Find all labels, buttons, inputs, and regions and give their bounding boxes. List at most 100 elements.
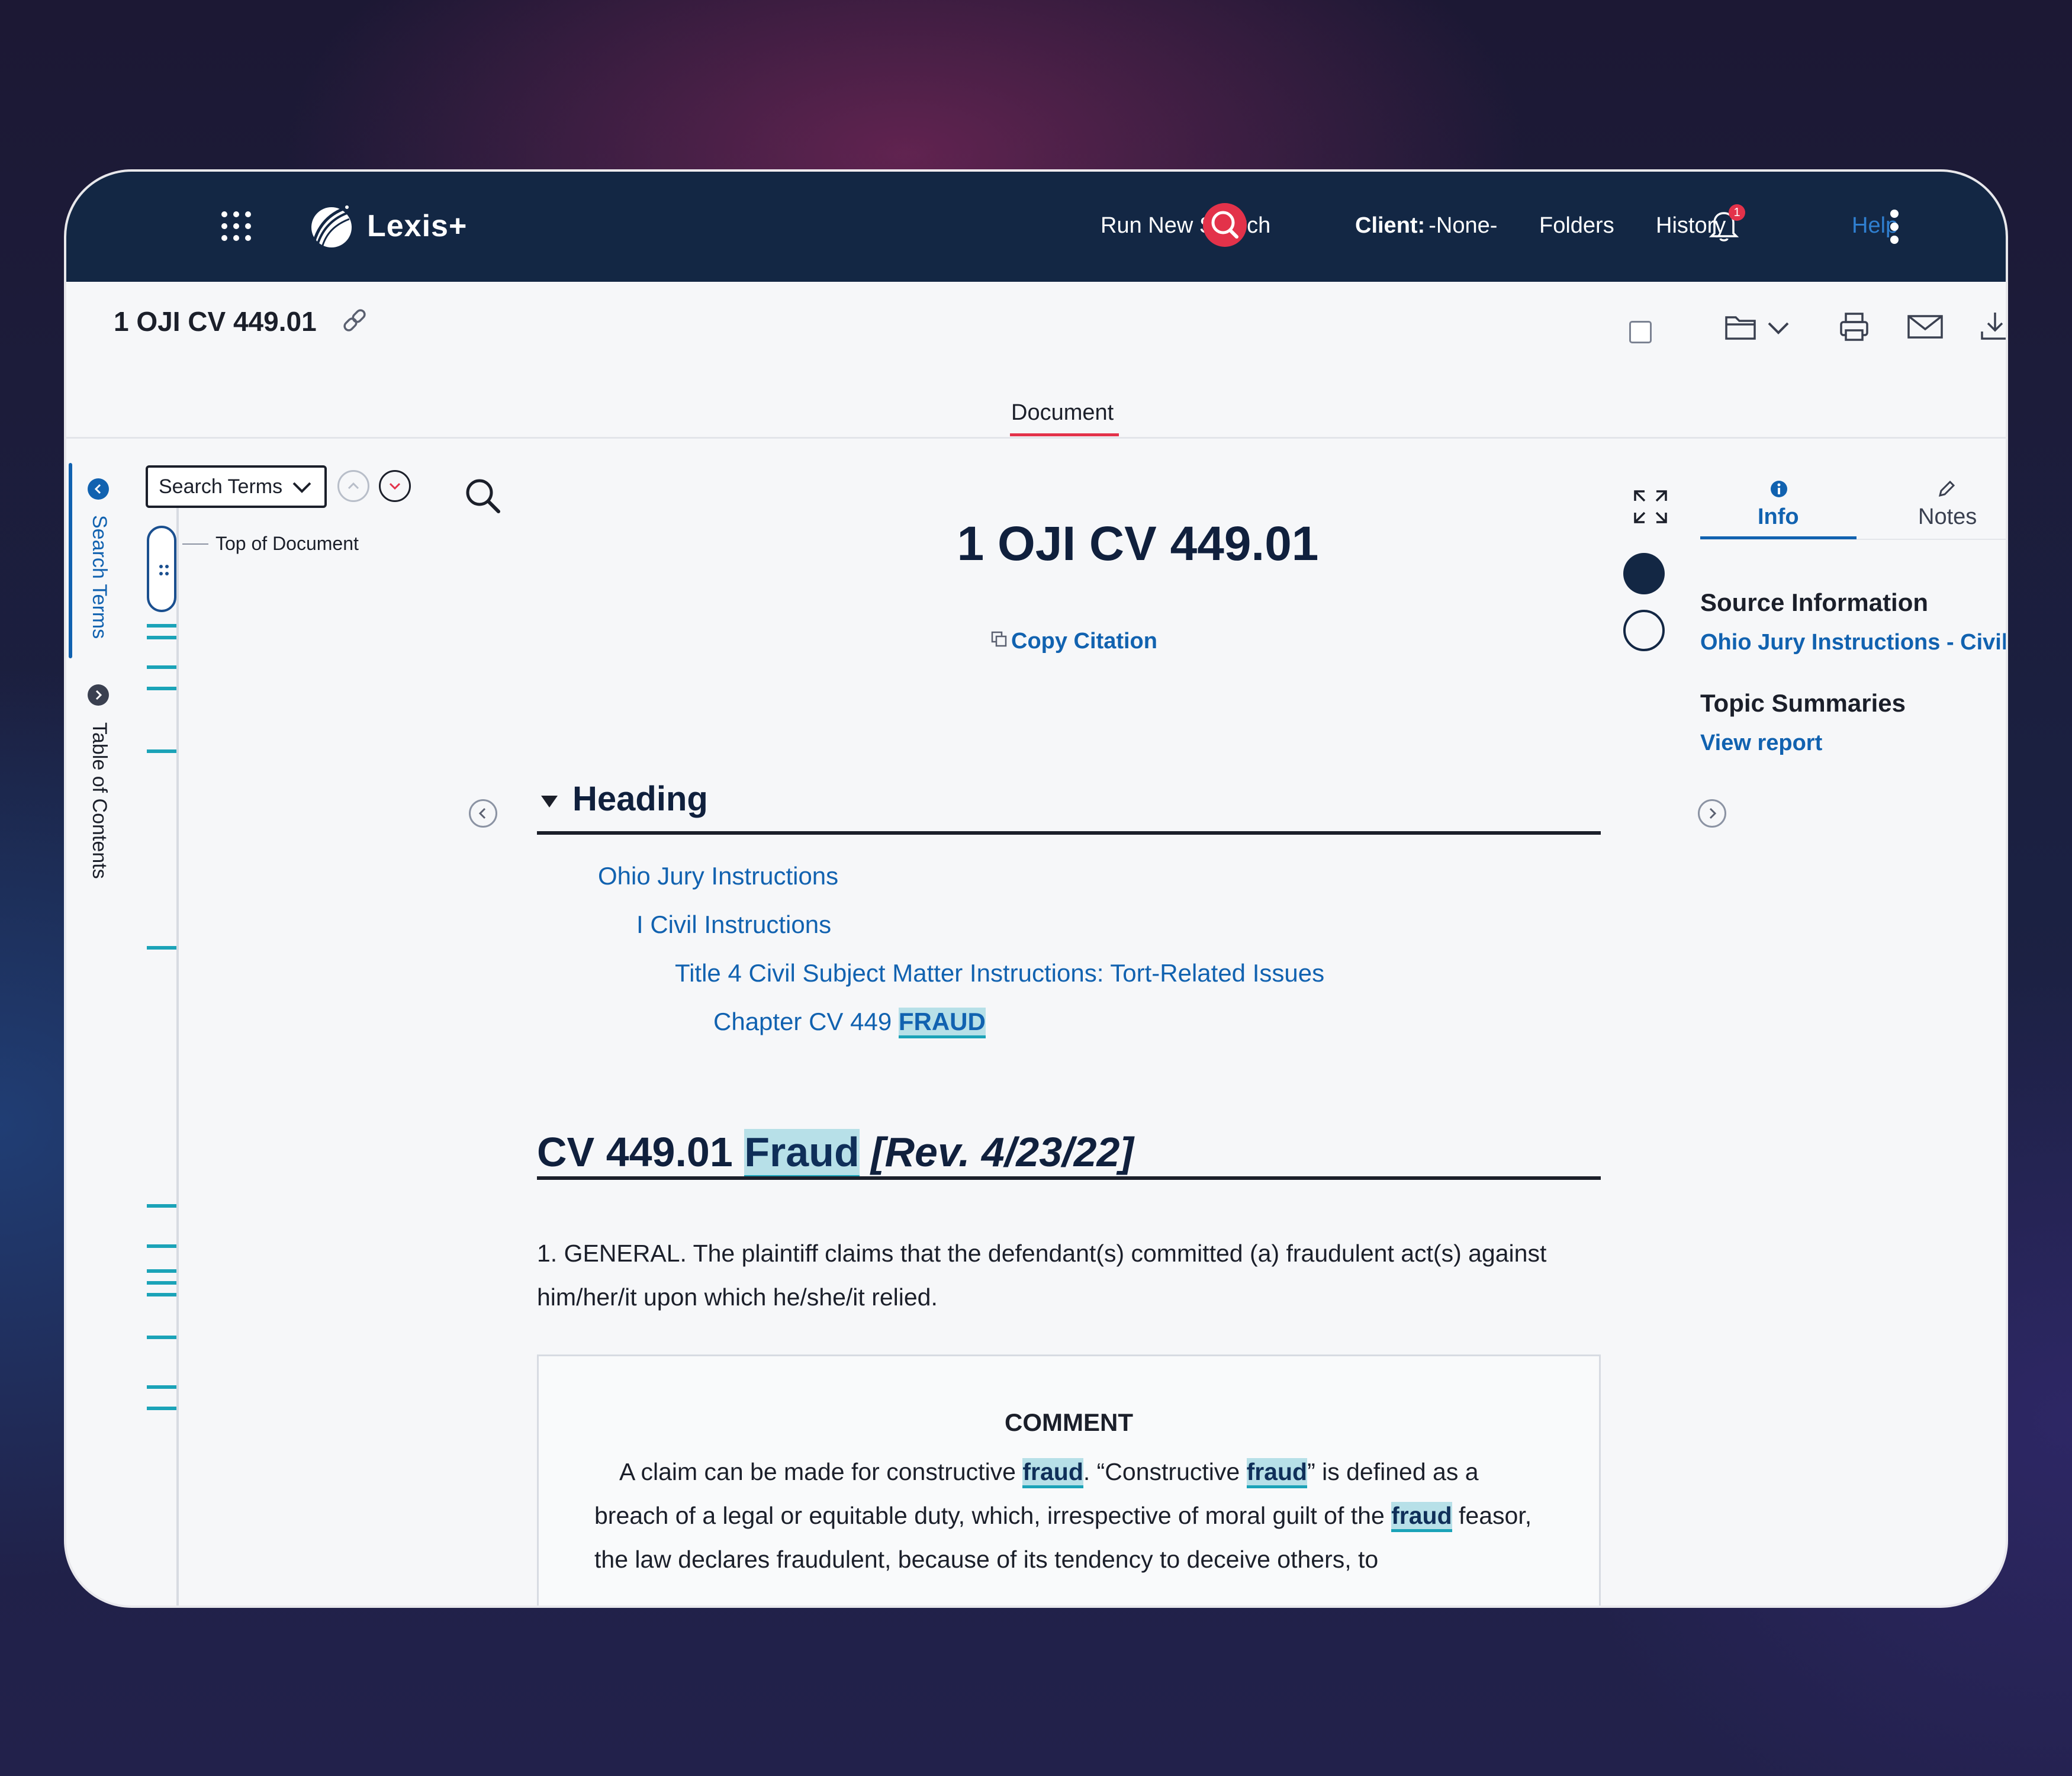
topic-summaries-heading: Topic Summaries — [1700, 689, 1906, 717]
info-icon — [1771, 481, 1787, 497]
search-terms-dropdown-label: Search Terms — [159, 475, 283, 498]
tab-table-of-contents[interactable]: Table of Contents — [88, 722, 111, 879]
expand-icon[interactable] — [1629, 485, 1672, 528]
section-heading-prefix: CV 449.01 — [537, 1129, 745, 1175]
search-term-highlight: FRAUD — [898, 1008, 986, 1038]
hit-marker[interactable] — [147, 749, 176, 753]
top-navigation-bar: Lexis+ Run New Search Client: -None- Fold… — [66, 172, 2006, 282]
hit-marker[interactable] — [147, 665, 176, 669]
email-icon[interactable] — [1906, 310, 1944, 343]
search-in-document-icon[interactable] — [462, 475, 506, 519]
app-logo-text[interactable]: Lexis+ — [367, 208, 467, 244]
hit-marker[interactable] — [147, 946, 176, 950]
search-term-highlight: fraud — [1391, 1502, 1452, 1532]
hit-marker[interactable] — [147, 1281, 176, 1285]
run-search-button[interactable] — [1203, 203, 1247, 247]
chevron-down-icon — [292, 482, 311, 493]
client-label: Client: — [1355, 213, 1426, 238]
hit-marker[interactable] — [147, 1407, 176, 1410]
tab-info[interactable]: Info — [1758, 504, 1799, 530]
client-selector[interactable]: Client: -None- — [1355, 214, 1497, 237]
chevron-right-icon — [1709, 807, 1717, 819]
search-icon — [1211, 211, 1238, 239]
tab-search-terms[interactable]: Search Terms — [88, 515, 111, 639]
section-heading-revision: [Rev. 4/23/22] — [859, 1129, 1134, 1175]
comment-title: COMMENT — [1005, 1408, 1133, 1436]
link-icon[interactable] — [340, 305, 369, 335]
folder-icon — [1725, 316, 1756, 340]
hit-marker[interactable] — [147, 1269, 176, 1273]
search-terms-dropdown[interactable]: Search Terms — [146, 465, 327, 508]
copy-icon — [991, 631, 1007, 647]
paragraph-general: 1. GENERAL. The plaintiff claims that th… — [537, 1240, 1547, 1311]
breadcrumb-level-4-prefix: Chapter CV 449 — [713, 1008, 899, 1035]
comment-text-part: A claim can be made for constructive — [619, 1458, 1023, 1485]
placeholder — [1628, 491, 1629, 492]
comment-text: A claim can be made for constructive fra… — [594, 1450, 1553, 1581]
download-icon[interactable] — [1977, 308, 2006, 343]
copy-citation-link[interactable]: Copy Citation — [1011, 629, 1157, 654]
source-information-heading: Source Information — [1700, 588, 1929, 616]
search-term-highlight: Fraud — [744, 1129, 860, 1178]
tab-notes[interactable]: Notes — [1918, 504, 1977, 530]
toc-expand-button[interactable] — [88, 684, 109, 706]
chevron-right-icon — [95, 690, 102, 700]
comment-text-part: . “Constructive — [1083, 1458, 1247, 1485]
view-mode-dot[interactable] — [1623, 610, 1665, 651]
hit-marker[interactable] — [147, 1385, 176, 1389]
hit-marker[interactable] — [147, 1204, 176, 1208]
previous-term-button[interactable] — [337, 470, 369, 502]
folders-link[interactable]: Folders — [1539, 214, 1614, 237]
hit-marker[interactable] — [147, 1336, 176, 1339]
hit-marker[interactable] — [147, 687, 176, 690]
lexis-logo-icon — [311, 205, 352, 248]
tab-document-indicator — [1010, 433, 1119, 436]
collapse-panel-button[interactable] — [88, 478, 109, 500]
breadcrumb-level-3[interactable]: Title 4 Civil Subject Matter Instruction… — [675, 959, 1324, 987]
breadcrumb-level-1[interactable]: Ohio Jury Instructions — [598, 862, 838, 890]
hit-map-track — [176, 480, 179, 1606]
breadcrumb-level-4[interactable]: Chapter CV 449 FRAUD — [713, 1008, 986, 1038]
pencil-icon — [1938, 480, 1955, 497]
top-of-document-label: Top of Document — [215, 533, 359, 554]
chevron-down-icon — [389, 482, 401, 490]
hit-map-scroll-handle[interactable] — [147, 526, 176, 612]
view-report-link[interactable]: View report — [1700, 731, 1822, 756]
source-information-link[interactable]: Ohio Jury Instructions - Civil — [1700, 630, 2006, 655]
heading-section-title[interactable]: Heading — [572, 779, 708, 819]
notification-badge: 1 — [1729, 204, 1745, 221]
chevron-left-icon — [94, 484, 101, 494]
next-term-button[interactable] — [379, 470, 411, 502]
document-id: 1 OJI CV 449.01 — [114, 306, 317, 337]
section-heading: CV 449.01 Fraud [Rev. 4/23/22] — [537, 1128, 1134, 1178]
search-term-highlight: fraud — [1022, 1458, 1083, 1488]
select-document-checkbox[interactable] — [1629, 321, 1652, 343]
hit-marker[interactable] — [147, 624, 176, 628]
chevron-left-icon — [478, 807, 486, 819]
heading-rule — [537, 831, 1601, 835]
app-window: Lexis+ Run New Search Client: -None- Fold… — [66, 172, 2006, 1606]
tab-info-indicator — [1700, 536, 1857, 539]
view-mode-dot-active[interactable] — [1623, 553, 1665, 594]
hit-marker[interactable] — [147, 636, 176, 639]
chevron-up-icon — [348, 482, 359, 490]
client-value: -None- — [1428, 213, 1498, 238]
hit-marker[interactable] — [147, 1244, 176, 1248]
collapse-section-icon[interactable] — [539, 792, 560, 810]
top-of-document-marker — [182, 543, 208, 545]
tabs-divider — [66, 437, 2006, 439]
document-title: 1 OJI CV 449.01 — [957, 517, 1319, 571]
tab-document[interactable]: Document — [1011, 400, 1114, 426]
comment-box: COMMENT A claim can be made for construc… — [537, 1354, 1601, 1606]
search-term-highlight: fraud — [1246, 1458, 1308, 1488]
save-to-folder-button[interactable] — [1724, 309, 1801, 345]
section-heading-rule — [537, 1176, 1601, 1180]
chevron-down-icon — [1768, 322, 1789, 334]
apps-grid-icon[interactable] — [221, 211, 251, 241]
next-section-button[interactable] — [1698, 799, 1726, 828]
previous-section-button[interactable] — [469, 799, 497, 828]
breadcrumb-level-2[interactable]: I Civil Instructions — [636, 910, 831, 939]
print-icon[interactable] — [1836, 309, 1872, 345]
search-terms-tab-indicator — [69, 463, 72, 658]
hit-marker[interactable] — [147, 1293, 176, 1296]
